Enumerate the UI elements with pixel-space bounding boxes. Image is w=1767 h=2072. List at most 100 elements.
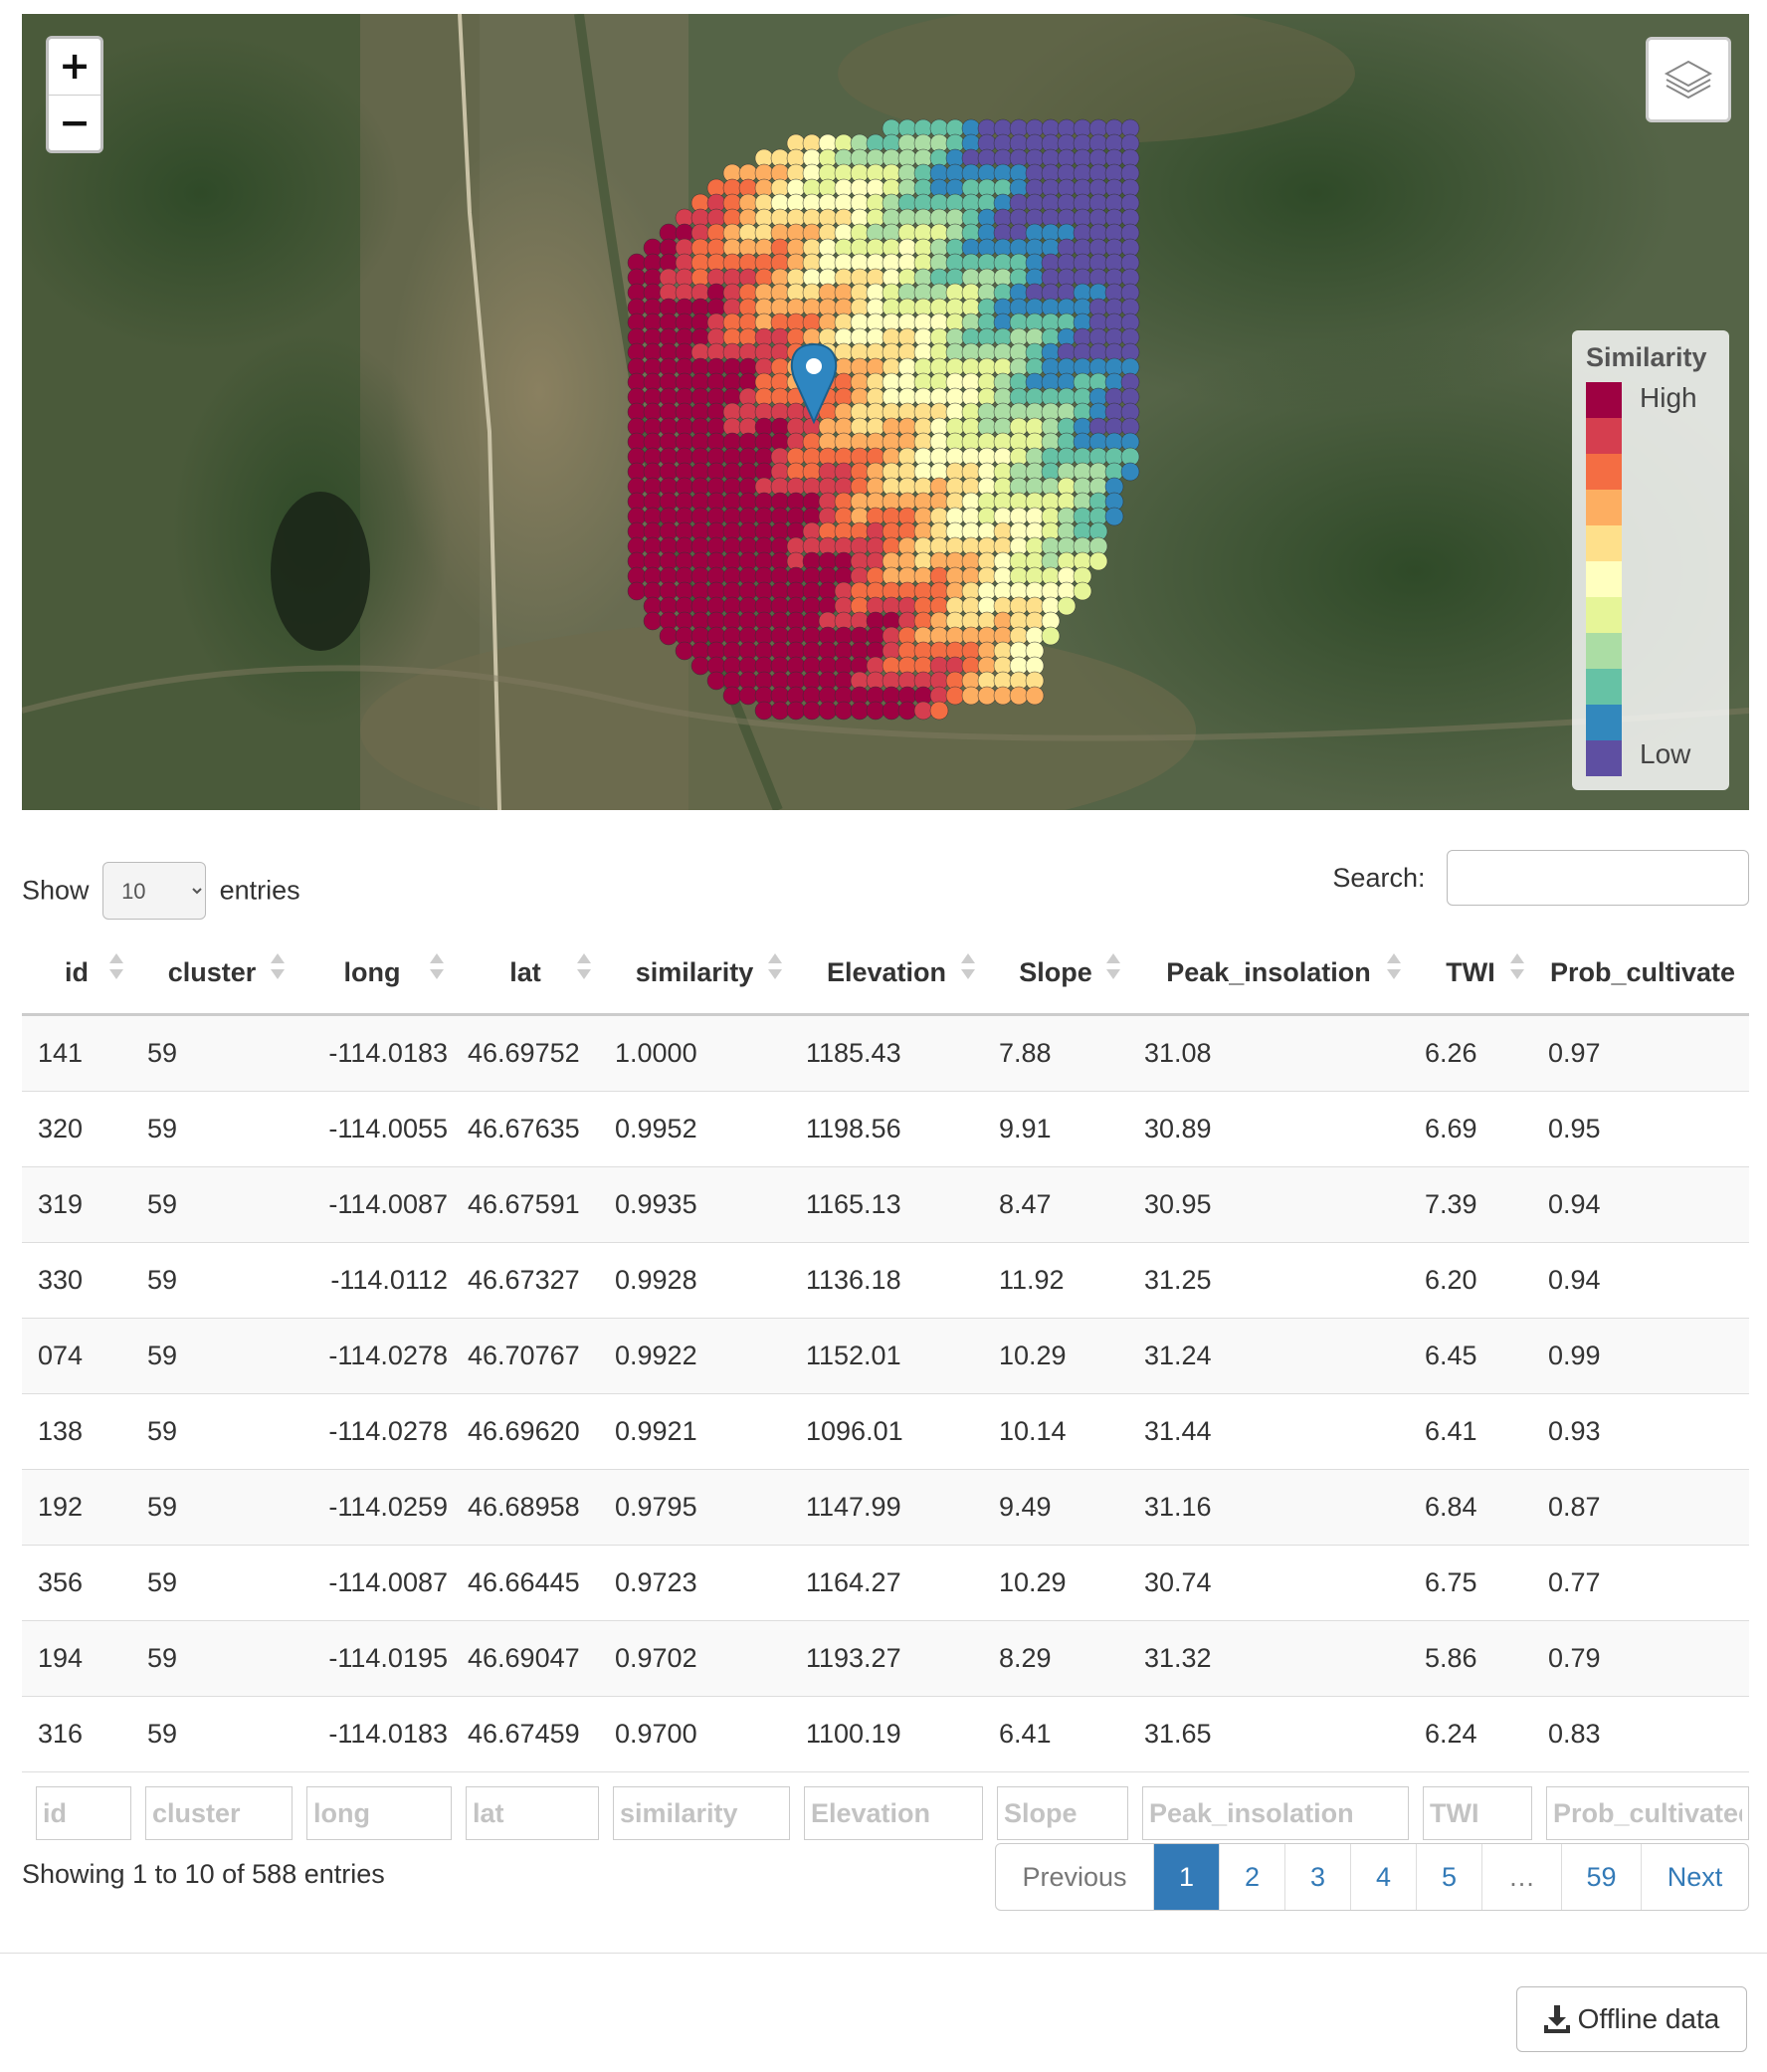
zoom-out-button[interactable]: − bbox=[49, 96, 100, 151]
page-59-button[interactable]: 59 bbox=[1561, 1844, 1641, 1910]
legend-swatch bbox=[1586, 418, 1622, 454]
column-filter-input[interactable] bbox=[804, 1786, 983, 1840]
table-cell: -114.0183 bbox=[293, 1014, 452, 1092]
similarity-cell bbox=[643, 611, 663, 631]
column-header-id[interactable]: id bbox=[22, 939, 131, 1016]
search-input[interactable] bbox=[1447, 850, 1749, 906]
legend-swatch bbox=[1586, 705, 1622, 740]
column-filter-input[interactable] bbox=[466, 1786, 599, 1840]
table-cell: 0.9921 bbox=[599, 1393, 790, 1470]
table-cell: 9.91 bbox=[983, 1091, 1128, 1167]
table-row[interactable]: 141 59 -114.0183 46.69752 1.0000 1185.43 7.88 3… bbox=[22, 1014, 1749, 1092]
page-5-button[interactable]: 5 bbox=[1416, 1844, 1481, 1910]
similarity-cell bbox=[1025, 686, 1045, 706]
sort-icon bbox=[430, 953, 444, 983]
sort-icon bbox=[577, 953, 591, 983]
layers-button[interactable] bbox=[1646, 37, 1731, 122]
table-row[interactable]: 319 59 -114.0087 46.67591 0.9935 1165.13 8.47 3… bbox=[22, 1166, 1749, 1243]
column-filter-input[interactable] bbox=[306, 1786, 452, 1840]
table-cell: 30.89 bbox=[1128, 1091, 1409, 1167]
column-filter-input[interactable] bbox=[1546, 1786, 1749, 1840]
column-header-cluster[interactable]: cluster bbox=[131, 939, 293, 1016]
table-cell: -114.0087 bbox=[293, 1166, 452, 1243]
table-cell: 0.9935 bbox=[599, 1166, 790, 1243]
column-filter-input[interactable] bbox=[145, 1786, 293, 1840]
table-cell: 8.29 bbox=[983, 1620, 1128, 1697]
table-cell: 46.70767 bbox=[452, 1318, 599, 1394]
table-cell: 1096.01 bbox=[790, 1393, 983, 1470]
similarity-cell bbox=[1041, 626, 1061, 646]
column-header-slope[interactable]: Slope bbox=[983, 939, 1128, 1016]
column-filter-input[interactable] bbox=[613, 1786, 790, 1840]
similarity-cell bbox=[993, 686, 1013, 706]
table-cell: 1136.18 bbox=[790, 1242, 983, 1319]
table-cell: 194 bbox=[22, 1620, 131, 1697]
similarity-cell bbox=[706, 671, 726, 691]
table-row[interactable]: 320 59 -114.0055 46.67635 0.9952 1198.56 9.91 3… bbox=[22, 1091, 1749, 1167]
column-header-elevation[interactable]: Elevation bbox=[790, 939, 983, 1016]
sort-icon bbox=[1510, 953, 1524, 983]
page-4-button[interactable]: 4 bbox=[1350, 1844, 1416, 1910]
similarity-cell bbox=[882, 701, 901, 721]
table-row[interactable]: 192 59 -114.0259 46.68958 0.9795 1147.99 9.49 3… bbox=[22, 1469, 1749, 1546]
table-row[interactable]: 194 59 -114.0195 46.69047 0.9702 1193.27 8.29 3… bbox=[22, 1620, 1749, 1697]
similarity-cell bbox=[897, 701, 917, 721]
similarity-cell bbox=[754, 701, 774, 721]
page-1-button[interactable]: 1 bbox=[1153, 1844, 1219, 1910]
column-filter-input[interactable] bbox=[1423, 1786, 1532, 1840]
download-icon bbox=[1543, 2005, 1570, 2033]
table-cell: 141 bbox=[22, 1014, 131, 1092]
table-cell: 0.87 bbox=[1532, 1469, 1749, 1546]
similarity-cell bbox=[770, 701, 790, 721]
column-filter-input[interactable] bbox=[1142, 1786, 1409, 1840]
table-cell: 59 bbox=[131, 1393, 293, 1470]
table-cell: 30.95 bbox=[1128, 1166, 1409, 1243]
table-cell: 46.67591 bbox=[452, 1166, 599, 1243]
table-row[interactable]: 316 59 -114.0183 46.67459 0.9700 1100.19 6.41 3… bbox=[22, 1696, 1749, 1772]
table-cell: -114.0055 bbox=[293, 1091, 452, 1167]
column-header-lat[interactable]: lat bbox=[452, 939, 599, 1016]
map[interactable]: + − Similarity High Low bbox=[22, 14, 1749, 810]
column-header-twi[interactable]: TWI bbox=[1409, 939, 1532, 1016]
legend-high-label: High bbox=[1640, 382, 1697, 413]
table-cell: 1198.56 bbox=[790, 1091, 983, 1167]
offline-data-button[interactable]: Offline data bbox=[1516, 1986, 1747, 2052]
column-header-prob_cultivate[interactable]: Prob_cultivate bbox=[1532, 939, 1749, 1016]
table-cell: 59 bbox=[131, 1014, 293, 1092]
table-row[interactable]: 074 59 -114.0278 46.70767 0.9922 1152.01 10.29… bbox=[22, 1318, 1749, 1394]
sort-icon bbox=[1106, 953, 1120, 983]
page-3-button[interactable]: 3 bbox=[1284, 1844, 1350, 1910]
offline-data-label: Offline data bbox=[1577, 2003, 1720, 2034]
column-header-label: Slope bbox=[1019, 956, 1092, 987]
table-cell: 0.77 bbox=[1532, 1545, 1749, 1621]
table-row[interactable]: 138 59 -114.0278 46.69620 0.9921 1096.01 10.14… bbox=[22, 1393, 1749, 1470]
divider bbox=[0, 1953, 1767, 1954]
table-cell: 356 bbox=[22, 1545, 131, 1621]
table-cell: 6.20 bbox=[1409, 1242, 1532, 1319]
column-header-similarity[interactable]: similarity bbox=[599, 939, 790, 1016]
layers-icon bbox=[1664, 60, 1713, 100]
page-2-button[interactable]: 2 bbox=[1219, 1844, 1284, 1910]
previous-button[interactable]: Previous bbox=[996, 1844, 1153, 1910]
table-cell: -114.0183 bbox=[293, 1696, 452, 1772]
sort-icon bbox=[271, 953, 285, 983]
table-cell: 6.41 bbox=[1409, 1393, 1532, 1470]
column-header-peak_insolation[interactable]: Peak_insolation bbox=[1128, 939, 1409, 1016]
table-cell: 31.25 bbox=[1128, 1242, 1409, 1319]
column-header-long[interactable]: long bbox=[293, 939, 452, 1016]
zoom-in-button[interactable]: + bbox=[49, 39, 100, 96]
table-cell: -114.0195 bbox=[293, 1620, 452, 1697]
table-row[interactable]: 330 59 -114.0112 46.67327 0.9928 1136.18 11.92… bbox=[22, 1242, 1749, 1319]
filter-cell bbox=[599, 1772, 790, 1840]
similarity-cell bbox=[866, 701, 885, 721]
legend-swatch bbox=[1586, 633, 1622, 669]
table-cell: 7.39 bbox=[1409, 1166, 1532, 1243]
column-filter-input[interactable] bbox=[997, 1786, 1128, 1840]
table-cell: 1152.01 bbox=[790, 1318, 983, 1394]
table-cell: 30.74 bbox=[1128, 1545, 1409, 1621]
table-row[interactable]: 356 59 -114.0087 46.66445 0.9723 1164.27 10.29… bbox=[22, 1545, 1749, 1621]
page-length-select[interactable]: 10 bbox=[102, 862, 207, 920]
next-button[interactable]: Next bbox=[1641, 1844, 1748, 1910]
satellite-imagery bbox=[22, 14, 1749, 810]
column-filter-input[interactable] bbox=[36, 1786, 131, 1840]
